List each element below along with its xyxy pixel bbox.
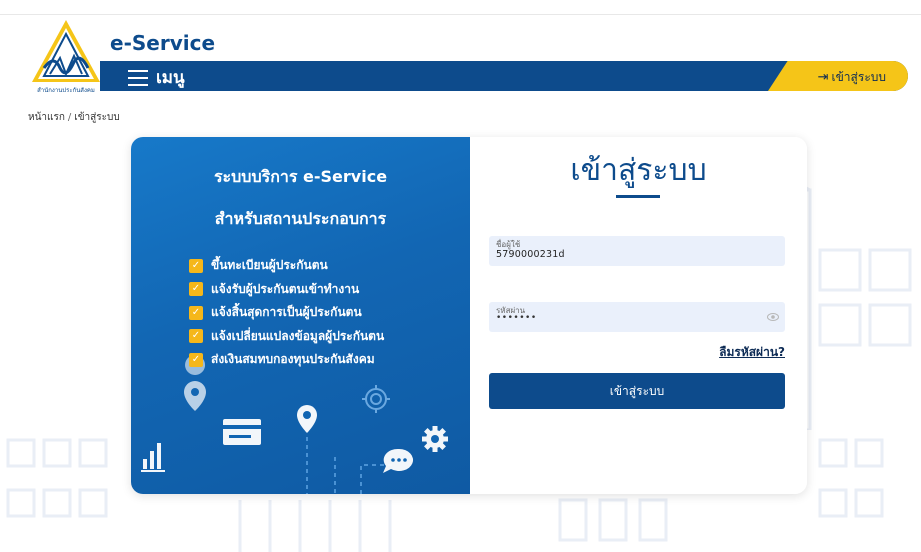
breadcrumb-current: เข้าสู่ระบบ — [74, 112, 120, 123]
username-field[interactable]: ชื่อผู้ใช้ 5790000231d — [489, 236, 785, 266]
breadcrumb-home[interactable]: หน้าแรก — [28, 112, 65, 123]
checkbox-icon: ✓ — [189, 305, 203, 320]
top-divider — [0, 14, 921, 15]
hamburger-icon — [128, 69, 148, 86]
card-icon — [223, 419, 261, 445]
feature-label: ส่งเงินสมทบกองทุนประกันสังคม — [211, 352, 375, 367]
svg-text:สำนักงานประกันสังคม: สำนักงานประกันสังคม — [37, 87, 95, 94]
login-card: ระบบบริการ e-Service สำหรับสถานประกอบการ… — [131, 137, 807, 494]
brand-title: e-Service — [110, 31, 216, 55]
target-icon — [362, 385, 390, 413]
feature-label: แจ้งรับผู้ประกันตนเข้าทำงาน — [211, 281, 360, 296]
login-title: เข้าสู่ระบบ — [570, 153, 707, 188]
feature-label: แจ้งสิ้นสุดการเป็นผู้ประกันตน — [211, 305, 362, 320]
menu-label: เมนู — [156, 68, 185, 88]
checkbox-icon: ✓ — [189, 258, 203, 273]
feature-item: ✓ ส่งเงินสมทบกองทุนประกันสังคม — [189, 348, 384, 372]
info-title-line1: ระบบบริการ e-Service — [213, 167, 388, 186]
login-form: เข้าสู่ระบบ ชื่อผู้ใช้ 5790000231d รหัสผ… — [470, 137, 807, 494]
forgot-password-link[interactable]: ลืมรหัสผ่าน? — [719, 343, 785, 362]
checkbox-icon: ✓ — [189, 329, 203, 344]
feature-list: ✓ ขึ้นทะเบียนผู้ประกันตน ✓ แจ้งรับผู้ประกั… — [189, 254, 384, 372]
eye-icon[interactable] — [767, 312, 779, 322]
main-navbar: เมนู ⇥ เข้าสู่ระบบ — [100, 61, 908, 91]
breadcrumb: หน้าแรก / เข้าสู่ระบบ — [28, 110, 120, 125]
nav-login-link[interactable]: ⇥ เข้าสู่ระบบ — [818, 68, 886, 87]
password-field[interactable]: รหัสผ่าน ••••••• — [489, 302, 785, 332]
bar-chart-icon — [141, 443, 165, 472]
checkbox-icon: ✓ — [189, 352, 203, 367]
title-underline — [616, 195, 660, 198]
feature-label: ขึ้นทะเบียนผู้ประกันตน — [211, 258, 328, 273]
sso-logo[interactable]: สำนักงานประกันสังคม — [30, 18, 102, 100]
feature-item: ✓ ขึ้นทะเบียนผู้ประกันตน — [189, 254, 384, 278]
nav-login-label: เข้าสู่ระบบ — [831, 70, 887, 84]
feature-label: แจ้งเปลี่ยนแปลงข้อมูลผู้ประกันตน — [211, 328, 385, 343]
menu-button[interactable]: เมนู — [128, 64, 185, 91]
breadcrumb-separator: / — [67, 112, 72, 123]
login-arrow-icon: ⇥ — [817, 70, 829, 85]
username-value[interactable]: 5790000231d — [496, 249, 565, 260]
checkbox-icon: ✓ — [189, 282, 203, 297]
info-panel: ระบบบริการ e-Service สำหรับสถานประกอบการ… — [131, 137, 470, 494]
gear-icon — [422, 426, 448, 452]
password-value[interactable]: ••••••• — [496, 313, 537, 323]
feature-item: ✓ แจ้งเปลี่ยนแปลงข้อมูลผู้ประกันตน — [189, 325, 384, 349]
info-title-line2: สำหรับสถานประกอบการ — [214, 209, 387, 228]
feature-item: ✓ แจ้งรับผู้ประกันตนเข้าทำงาน — [189, 278, 384, 302]
login-submit-button[interactable]: เข้าสู่ระบบ — [489, 373, 785, 409]
feature-item: ✓ แจ้งสิ้นสุดการเป็นผู้ประกันตน — [189, 301, 384, 325]
